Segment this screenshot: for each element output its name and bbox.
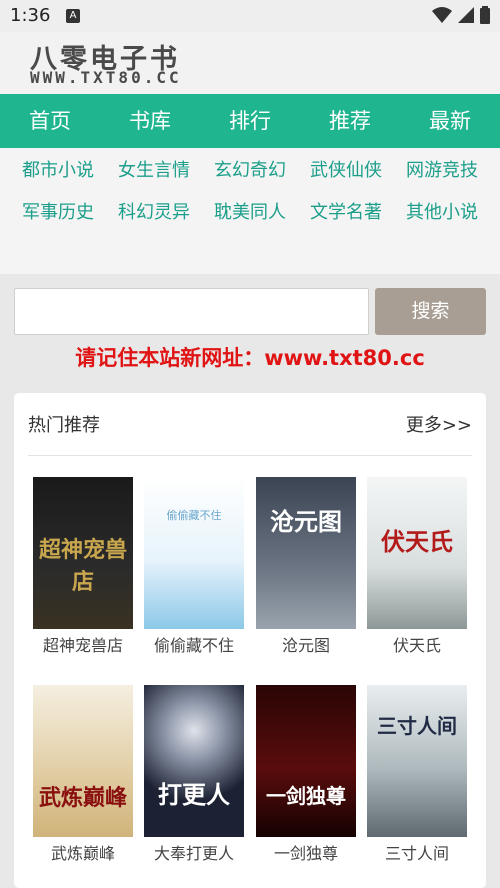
book-cover[interactable]: 偷偷藏不住 <box>144 477 244 629</box>
category-row: 军事历史 科幻灵异 耽美同人 文学名著 其他小说 <box>0 198 500 224</box>
book-title[interactable]: 武炼巅峰 <box>33 840 133 864</box>
book-cover[interactable]: 打更人 <box>144 685 244 837</box>
book-cover[interactable]: 沧元图 <box>256 477 356 629</box>
book-item[interactable]: 武炼巅峰 武炼巅峰 <box>33 685 133 864</box>
category-link[interactable]: 武侠仙侠 <box>310 156 382 182</box>
book-item[interactable]: 超神宠兽店 超神宠兽店 <box>33 477 133 656</box>
book-item[interactable]: 伏天氏 伏天氏 <box>367 477 467 656</box>
category-link[interactable]: 其他小说 <box>406 198 478 224</box>
category-link[interactable]: 文学名著 <box>310 198 382 224</box>
book-item[interactable]: 一剑独尊 一剑独尊 <box>256 685 356 864</box>
nav-item-ranking[interactable]: 排行 <box>200 94 300 148</box>
new-url-notice: 请记住本站新网址：www.txt80.cc <box>75 346 425 370</box>
book-item[interactable]: 偷偷藏不住 偷偷藏不住 <box>144 477 244 656</box>
cover-title: 一剑独尊 <box>266 784 346 808</box>
category-link[interactable]: 耽美同人 <box>214 198 286 224</box>
notification-icon: A <box>66 9 80 23</box>
category-link[interactable]: 网游竞技 <box>406 156 478 182</box>
book-cover[interactable]: 伏天氏 <box>367 477 467 629</box>
book-item[interactable]: 沧元图 沧元图 <box>256 477 356 656</box>
category-link[interactable]: 女生言情 <box>118 156 190 182</box>
book-item[interactable]: 三寸人间 三寸人间 <box>367 685 467 864</box>
status-bar: 1:36 A <box>0 0 500 32</box>
book-title[interactable]: 超神宠兽店 <box>33 632 133 656</box>
divider <box>28 455 472 456</box>
book-title[interactable]: 沧元图 <box>256 632 356 656</box>
cover-title: 超神宠兽店 <box>38 537 127 595</box>
cover-title: 伏天氏 <box>381 527 453 556</box>
cover-title: 偷偷藏不住 <box>166 509 222 522</box>
nav-item-recommend[interactable]: 推荐 <box>300 94 400 148</box>
nav-item-latest[interactable]: 最新 <box>400 94 500 148</box>
panel-title: 热门推荐 <box>28 415 100 436</box>
site-logo-url: WWW.TXT80.CC <box>30 68 182 87</box>
nav-item-home[interactable]: 首页 <box>0 94 100 148</box>
signal-icon <box>458 7 474 23</box>
category-row: 都市小说 女生言情 玄幻奇幻 武侠仙侠 网游竞技 <box>0 156 500 182</box>
book-title[interactable]: 一剑独尊 <box>256 840 356 864</box>
category-panel: 都市小说 女生言情 玄幻奇幻 武侠仙侠 网游竞技 军事历史 科幻灵异 耽美同人 … <box>0 148 500 274</box>
search-input[interactable] <box>14 288 369 335</box>
book-item[interactable]: 打更人 大奉打更人 <box>144 685 244 864</box>
category-link[interactable]: 军事历史 <box>22 198 94 224</box>
book-cover[interactable]: 武炼巅峰 <box>33 685 133 837</box>
book-cover[interactable]: 三寸人间 <box>367 685 467 837</box>
book-title[interactable]: 偷偷藏不住 <box>144 632 244 656</box>
wifi-icon <box>432 7 452 23</box>
cover-title: 打更人 <box>158 780 230 809</box>
status-icons <box>432 6 490 24</box>
category-link[interactable]: 科幻灵异 <box>118 198 190 224</box>
cover-title: 武炼巅峰 <box>38 785 127 811</box>
category-link[interactable]: 玄幻奇幻 <box>214 156 286 182</box>
main-nav: 首页 书库 排行 推荐 最新 <box>0 94 500 148</box>
category-link[interactable]: 都市小说 <box>22 156 94 182</box>
more-link[interactable]: 更多>> <box>406 411 472 437</box>
site-header: 八零电子书 WWW.TXT80.CC <box>0 32 500 94</box>
battery-icon <box>480 6 490 24</box>
cover-title: 沧元图 <box>270 507 342 536</box>
hot-recommend-panel: 热门推荐 更多>> 超神宠兽店 超神宠兽店 偷偷藏不住 偷偷藏不住 沧元图 沧元… <box>14 393 486 888</box>
book-title[interactable]: 伏天氏 <box>367 632 467 656</box>
book-cover[interactable]: 一剑独尊 <box>256 685 356 837</box>
book-cover[interactable]: 超神宠兽店 <box>33 477 133 629</box>
status-time: 1:36 <box>10 5 51 26</box>
search-button[interactable]: 搜索 <box>375 288 486 335</box>
cover-title: 三寸人间 <box>377 714 457 738</box>
book-title[interactable]: 大奉打更人 <box>144 840 244 864</box>
nav-item-library[interactable]: 书库 <box>100 94 200 148</box>
book-title[interactable]: 三寸人间 <box>367 840 467 864</box>
